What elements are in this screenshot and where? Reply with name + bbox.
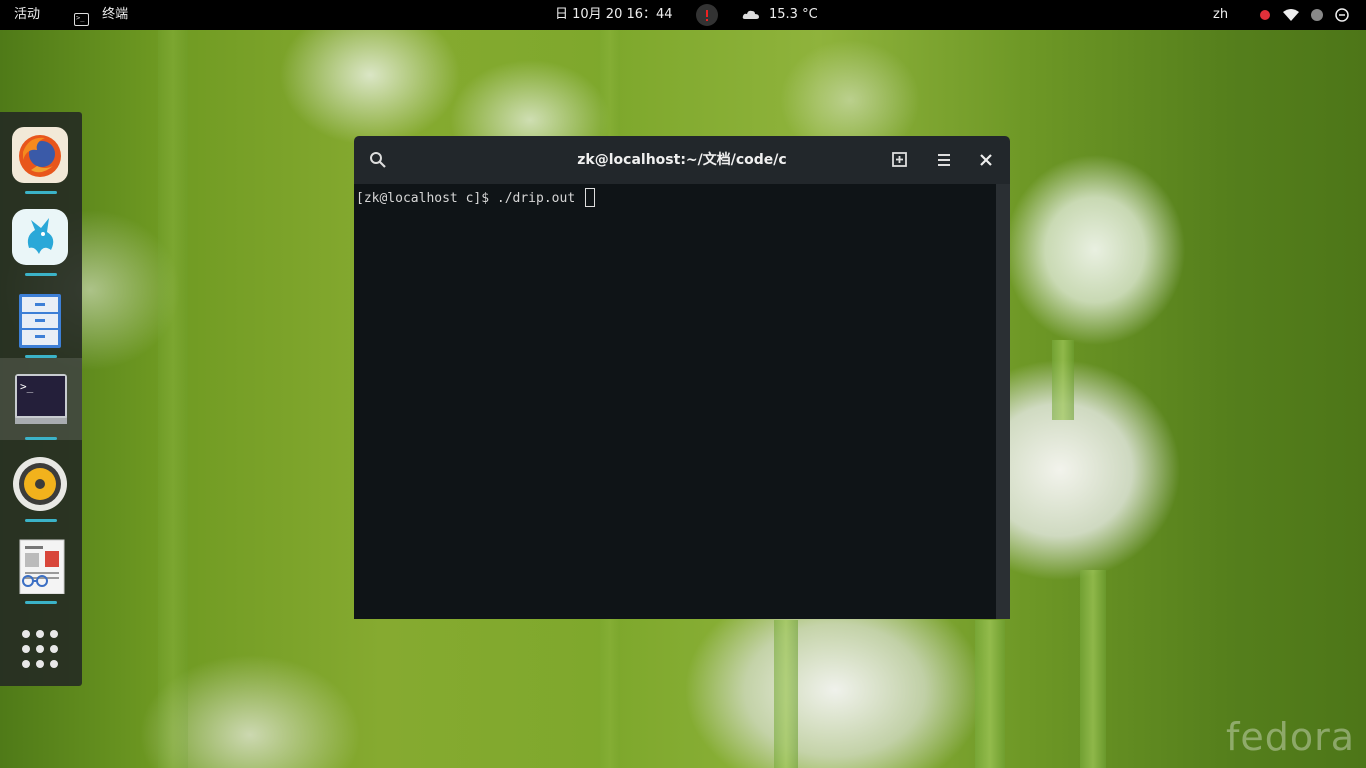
terminal-prompt-line: [zk@localhost c]$ ./drip.out: [356, 188, 595, 208]
text-cursor: [584, 188, 595, 207]
wallpaper-stem: [774, 620, 798, 768]
wallpaper-stem: [1080, 570, 1106, 768]
close-icon[interactable]: [974, 148, 998, 172]
cloudy-weather-icon: [742, 10, 759, 19]
files-cabinet-icon: [19, 294, 61, 348]
running-indicator: [25, 437, 57, 440]
terminal-window[interactable]: zk@localhost:~/文档/code/c [zk@localhost c…: [354, 136, 1010, 619]
activities-button[interactable]: 活动: [14, 0, 40, 30]
hedgewars-icon: [12, 209, 68, 265]
show-applications-icon: [22, 630, 58, 668]
terminal-scrollbar[interactable]: [996, 184, 1010, 619]
running-indicator: [25, 601, 57, 604]
dock-item-document-viewer[interactable]: [0, 530, 82, 596]
recording-indicator-icon[interactable]: [1260, 10, 1270, 20]
notification-alert-icon[interactable]: [696, 4, 718, 26]
volume-icon[interactable]: [1311, 9, 1323, 21]
wallpaper-stem: [1052, 340, 1074, 420]
fedora-watermark: fedora: [1226, 715, 1356, 759]
dock-item-files[interactable]: [0, 284, 82, 350]
power-menu-icon[interactable]: [1335, 8, 1349, 22]
dock-item-terminal[interactable]: >_: [0, 358, 82, 440]
terminal-headerbar[interactable]: zk@localhost:~/文档/code/c: [354, 136, 1010, 184]
dock-item-hedgewars[interactable]: [0, 202, 82, 268]
weather-temperature[interactable]: 15.3 °C: [769, 0, 818, 30]
app-menu-label: 终端: [102, 7, 129, 22]
terminal-output[interactable]: [zk@localhost c]$ ./drip.out: [354, 184, 996, 619]
wallpaper-stem: [158, 0, 188, 768]
clock[interactable]: 日 10月 20 16：44: [555, 0, 673, 30]
prompt-text: [zk@localhost c]$ ./drip.out: [356, 191, 583, 206]
input-method-indicator[interactable]: zh: [1213, 0, 1228, 30]
top-bar: 活动 >_ 终端 日 10月 20 16：44 15.3 °C zh: [0, 0, 1366, 30]
running-indicator: [25, 191, 57, 194]
app-menu[interactable]: >_ 终端: [74, 0, 128, 30]
rhythmbox-icon: [13, 457, 67, 511]
firefox-icon: [12, 127, 68, 183]
wallpaper-stem: [975, 620, 1005, 768]
dock-item-rhythmbox[interactable]: [0, 448, 82, 514]
svg-text:>_: >_: [20, 380, 34, 393]
wifi-icon[interactable]: [1283, 9, 1299, 21]
document-viewer-icon: [19, 539, 65, 594]
running-indicator: [25, 519, 57, 522]
dock-item-firefox[interactable]: [0, 120, 82, 186]
show-applications-button[interactable]: [0, 612, 82, 678]
terminal-app-icon: >_: [74, 13, 89, 26]
hamburger-menu-icon[interactable]: [932, 148, 956, 172]
running-indicator: [25, 273, 57, 276]
new-tab-icon[interactable]: [888, 148, 912, 172]
search-icon[interactable]: [366, 148, 390, 172]
terminal-icon: >_: [15, 374, 67, 424]
window-title: zk@localhost:~/文档/code/c: [577, 152, 787, 168]
dash-dock: >_: [0, 112, 82, 686]
